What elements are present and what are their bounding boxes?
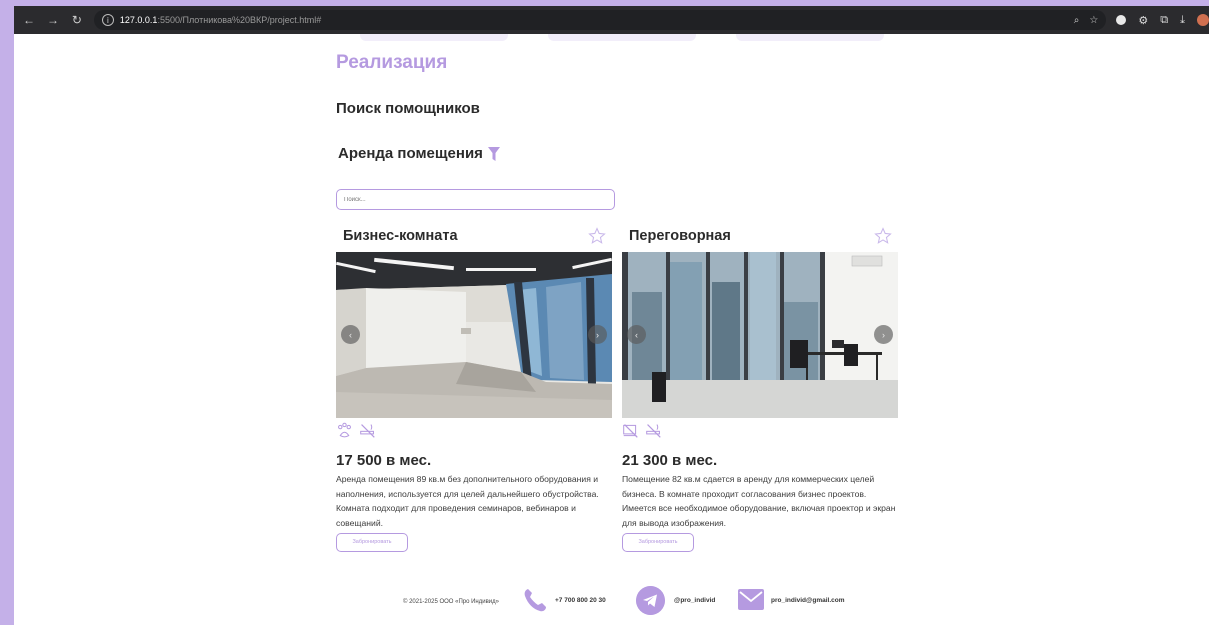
phone-icon[interactable] (522, 587, 548, 613)
back-icon[interactable]: ← (20, 13, 38, 27)
profile-avatar[interactable] (1196, 14, 1209, 26)
card-title: Бизнес-комната (343, 228, 458, 244)
mail-icon[interactable] (738, 589, 764, 610)
url-host: 127.0.0.1 (119, 15, 158, 25)
features-row (622, 420, 898, 440)
search-input[interactable] (336, 189, 615, 210)
features-row (336, 420, 612, 440)
carousel-prev-button[interactable]: ‹ (627, 325, 646, 344)
filter-icon[interactable] (487, 146, 500, 161)
telegram-icon[interactable] (636, 586, 665, 615)
extension-icon[interactable] (1116, 15, 1127, 25)
footer: © 2021-2025 ООО «Про Индивид» +7 700 800… (14, 585, 1209, 615)
book-button[interactable]: Забронировать (622, 532, 694, 552)
card-description: Аренда помещения 89 кв.м без дополнитель… (336, 474, 599, 528)
rent-title-text: Аренда помещения (338, 145, 483, 162)
zoom-icon[interactable]: ⌕ (1074, 15, 1080, 26)
footer-telegram[interactable]: @pro_individ (674, 597, 715, 604)
bookmark-star-icon[interactable]: ☆ (1089, 15, 1098, 26)
no-smoking-icon (360, 423, 375, 438)
helpers-search-title[interactable]: Поиск помощников (336, 100, 480, 117)
favorite-star-icon[interactable] (588, 227, 606, 245)
footer-phone[interactable]: +7 700 800 20 30 (555, 597, 606, 604)
pets-icon (338, 422, 351, 437)
url-path: :5500/Плотникова%20ВКР/project.html# (157, 15, 322, 25)
tab-ghost[interactable] (360, 34, 508, 41)
download-icon[interactable]: ⤓ (1180, 14, 1185, 27)
projector-icon (623, 423, 638, 438)
card-description: Помещение 82 кв.м сдается в аренду для к… (622, 474, 896, 528)
page-content: Реализация Поиск помощников Аренда помещ… (14, 34, 1209, 625)
reload-icon[interactable]: ↻ (68, 13, 86, 27)
room-card: Бизнес-комната ‹ › 17 500 в мес. Аренда … (336, 224, 612, 552)
carousel-next-button[interactable]: › (874, 325, 893, 344)
carousel-prev-button[interactable]: ‹ (341, 325, 360, 344)
card-header: Бизнес-комната (336, 224, 612, 248)
book-button[interactable]: Забронировать (336, 532, 408, 552)
extensions-icon[interactable]: ⧉ (1160, 14, 1168, 27)
site-info-icon[interactable]: i (101, 14, 114, 26)
rent-title: Аренда помещения (338, 145, 500, 162)
forward-icon[interactable]: → (44, 13, 62, 27)
browser-window: ← → ↻ i 127.0.0.1:5500/Плотникова%20ВКР/… (14, 6, 1209, 625)
browser-toolbar: ← → ↻ i 127.0.0.1:5500/Плотникова%20ВКР/… (14, 6, 1209, 34)
tab-ghost[interactable] (736, 34, 884, 41)
meeting-room-image (622, 252, 898, 418)
office-room-image (336, 252, 612, 418)
section-title: Реализация (336, 52, 448, 73)
card-price: 21 300 в мес. (622, 452, 718, 469)
address-bar[interactable]: i 127.0.0.1:5500/Плотникова%20ВКР/projec… (93, 10, 1107, 30)
favorite-star-icon[interactable] (874, 227, 892, 245)
room-card: Переговорная ‹ › 21 300 в мес. Помещение… (622, 224, 898, 552)
room-photo: ‹ › (622, 252, 898, 418)
carousel-next-button[interactable]: › (588, 325, 607, 344)
footer-copyright: © 2021-2025 ООО «Про Индивид» (403, 599, 499, 605)
no-smoking-icon (646, 423, 661, 438)
extension-puzzle-icon[interactable]: ⚙ (1138, 14, 1148, 27)
card-price: 17 500 в мес. (336, 452, 432, 469)
room-photo: ‹ › (336, 252, 612, 418)
card-title: Переговорная (629, 228, 731, 244)
footer-email[interactable]: pro_individ@gmail.com (771, 597, 845, 604)
tab-ghost[interactable] (548, 34, 696, 41)
card-header: Переговорная (622, 224, 898, 248)
top-tabs (360, 34, 884, 41)
